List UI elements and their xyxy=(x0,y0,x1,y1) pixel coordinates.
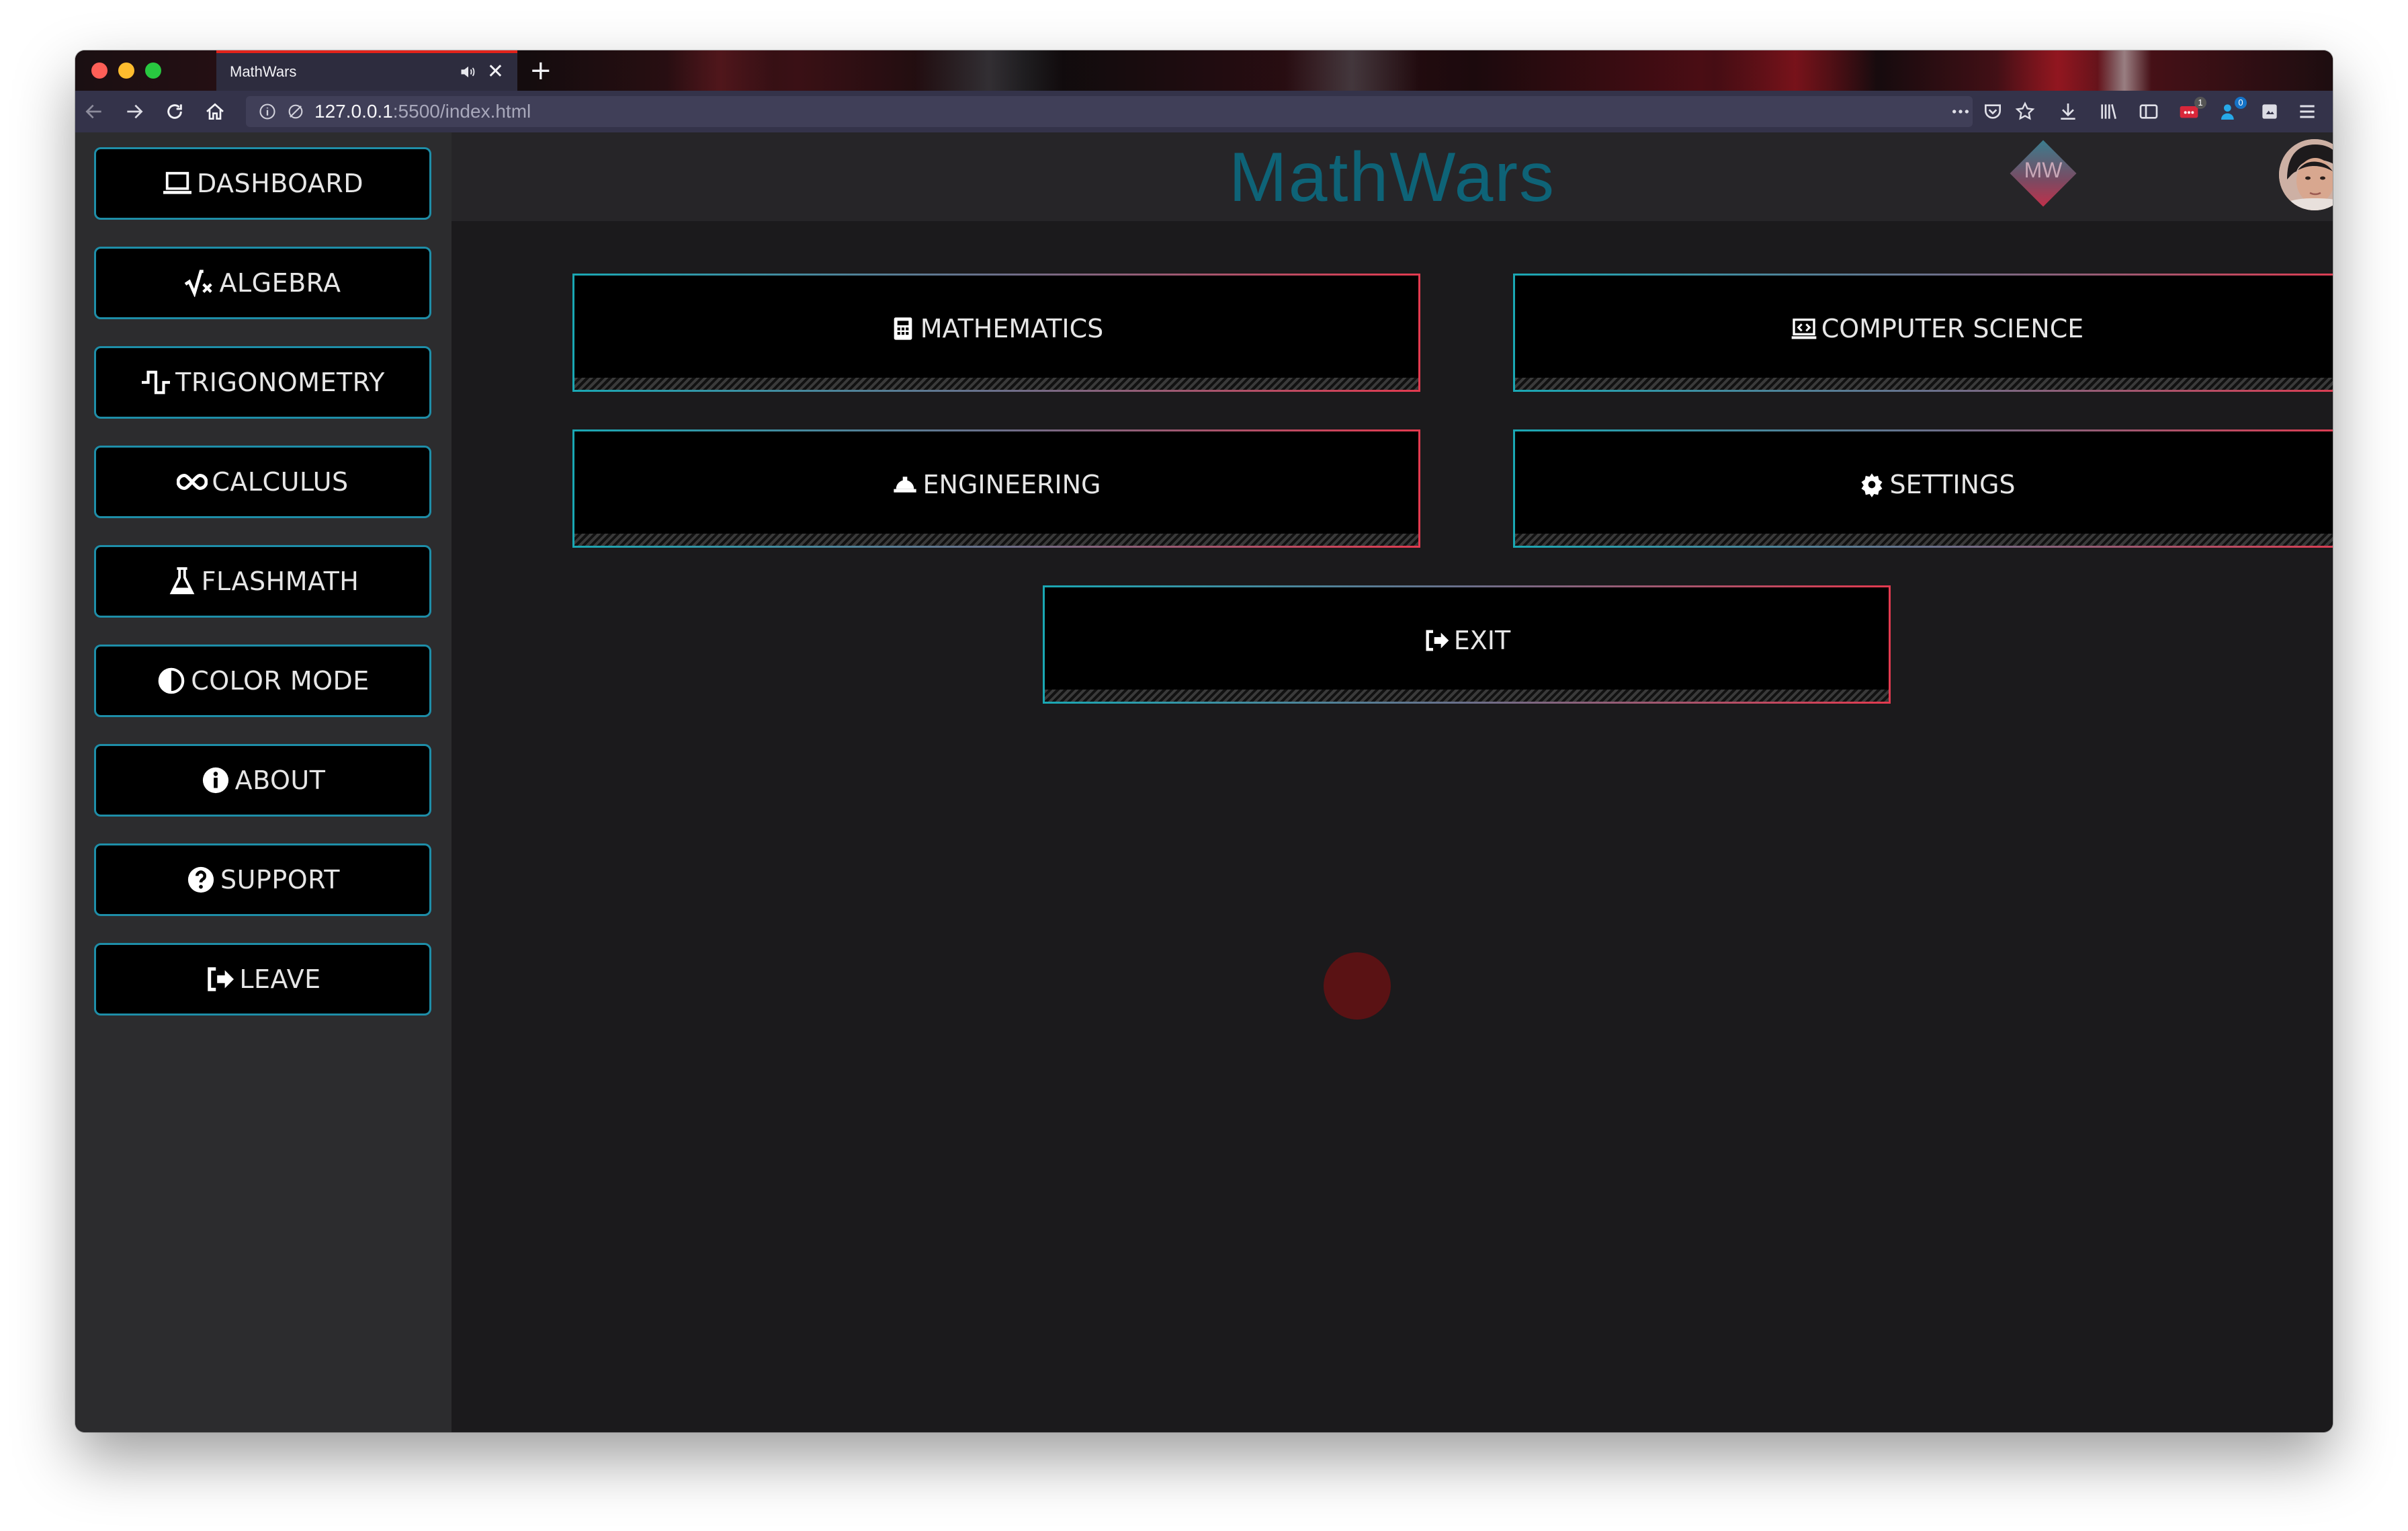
code-laptop-icon xyxy=(1791,319,1817,339)
calculator-icon xyxy=(894,317,912,340)
screenshot-icon[interactable] xyxy=(2259,101,2280,122)
exit-label: EXIT xyxy=(1453,626,1511,655)
waveform-icon xyxy=(142,370,171,395)
info-icon[interactable] xyxy=(258,102,277,121)
tab-strip: MathWars ✕ + xyxy=(75,50,2333,91)
sidebar-toggle-icon[interactable] xyxy=(2138,101,2159,122)
sidebar-item-support[interactable]: SUPPORT xyxy=(94,843,431,916)
settings-button[interactable]: SETTINGS xyxy=(1513,429,2333,548)
exit-button[interactable]: EXIT xyxy=(1043,585,1891,704)
sidebar-item-label: ALGEBRA xyxy=(219,268,341,298)
laptop-icon xyxy=(163,171,191,194)
extension-badge: 0 xyxy=(2235,97,2247,109)
browser-tab[interactable]: MathWars ✕ xyxy=(216,50,517,91)
url-host: 127.0.0.1 xyxy=(314,101,393,122)
extension-icon[interactable]: 1 xyxy=(2178,97,2206,122)
computer-science-label: COMPUTER SCIENCE xyxy=(1821,314,2084,343)
sidebar-item-label: ABOUT xyxy=(234,766,326,795)
close-tab-icon[interactable]: ✕ xyxy=(487,62,504,82)
tab-title: MathWars xyxy=(230,63,297,80)
hard-hat-icon xyxy=(894,477,917,493)
cursor-indicator xyxy=(1324,952,1391,1020)
engineering-label: ENGINEERING xyxy=(922,470,1101,499)
forward-icon[interactable] xyxy=(124,101,145,122)
new-tab-icon[interactable]: + xyxy=(529,56,552,85)
tracking-protection-icon[interactable] xyxy=(286,102,305,121)
sidebar-item-label: FLASHMATH xyxy=(201,567,359,596)
extension-badge: 1 xyxy=(2194,97,2206,109)
gear-icon xyxy=(1861,473,1883,497)
bookmark-star-icon[interactable] xyxy=(2014,101,2036,122)
square-root-icon xyxy=(185,270,213,297)
sidebar-item-trigonometry[interactable]: TRIGONOMETRY xyxy=(94,346,431,419)
window-maximize-button[interactable] xyxy=(145,63,161,79)
sidebar-item-label: TRIGONOMETRY xyxy=(175,368,385,397)
sidebar-item-dashboard[interactable]: DASHBOARD xyxy=(94,147,431,220)
info-icon xyxy=(202,767,228,794)
logo-text: MW xyxy=(2024,158,2063,182)
sidebar-item-algebra[interactable]: ALGEBRA xyxy=(94,247,431,319)
extension-user-icon[interactable]: 0 xyxy=(2219,97,2247,122)
browser-window: MathWars ✕ + 127.0.0.1:5500/index.html … xyxy=(75,50,2333,1432)
computer-science-button[interactable]: COMPUTER SCIENCE xyxy=(1513,274,2333,392)
sidebar-item-label: SUPPORT xyxy=(220,865,341,895)
window-close-button[interactable] xyxy=(91,63,108,79)
half-circle-icon xyxy=(158,667,185,694)
mathematics-label: MATHEMATICS xyxy=(920,314,1104,343)
header: MathWars MW xyxy=(452,132,2333,221)
engineering-button[interactable]: ENGINEERING xyxy=(572,429,1420,548)
sidebar-item-label: COLOR MODE xyxy=(191,666,370,696)
pocket-icon[interactable] xyxy=(1982,101,2004,122)
sidebar-item-label: LEAVE xyxy=(239,964,321,994)
reload-icon[interactable] xyxy=(164,101,185,122)
sidebar: DASHBOARD ALGEBRA TRIGONOMETRY CALCULUS … xyxy=(75,132,452,1432)
sidebar-item-flashmath[interactable]: FLASHMATH xyxy=(94,545,431,618)
sidebar-item-calculus[interactable]: CALCULUS xyxy=(94,446,431,518)
navigation-toolbar: 127.0.0.1:5500/index.html 1 0 xyxy=(75,91,2333,132)
back-icon[interactable] xyxy=(83,101,105,122)
sign-out-icon xyxy=(1426,630,1449,651)
sidebar-item-leave[interactable]: LEAVE xyxy=(94,943,431,1016)
window-minimize-button[interactable] xyxy=(118,63,134,79)
mathematics-button[interactable]: MATHEMATICS xyxy=(572,274,1420,392)
infinity-icon xyxy=(177,473,208,491)
page-actions-icon[interactable] xyxy=(1950,101,1971,122)
sidebar-item-label: CALCULUS xyxy=(212,467,349,497)
library-icon[interactable] xyxy=(2098,101,2119,122)
download-icon[interactable] xyxy=(2057,101,2079,122)
question-icon xyxy=(187,866,214,893)
sidebar-item-about[interactable]: ABOUT xyxy=(94,744,431,817)
settings-label: SETTINGS xyxy=(1889,470,2016,499)
menu-icon[interactable] xyxy=(2296,101,2318,122)
sign-out-icon xyxy=(208,967,234,991)
sidebar-item-color-mode[interactable]: COLOR MODE xyxy=(94,645,431,717)
home-icon[interactable] xyxy=(204,101,226,122)
main-content: MathWars MW MATHEMATICS COMPUTER SCIENCE… xyxy=(452,132,2333,1432)
url-path: :5500/index.html xyxy=(392,101,531,122)
url-bar[interactable]: 127.0.0.1:5500/index.html xyxy=(246,96,1973,127)
flask-icon xyxy=(169,567,195,595)
sidebar-item-label: DASHBOARD xyxy=(196,169,364,198)
speaker-icon[interactable] xyxy=(459,63,478,81)
